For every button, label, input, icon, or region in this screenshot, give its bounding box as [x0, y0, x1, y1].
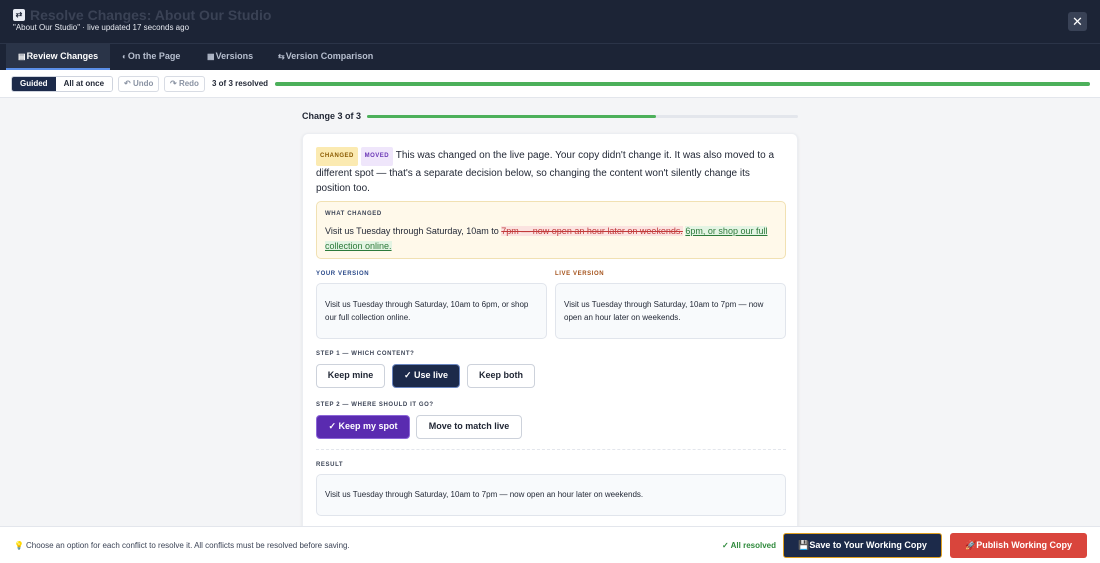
save-label: Save to Your Working Copy [809, 540, 927, 550]
page-title: Resolve Changes: About Our Studio [30, 7, 272, 23]
diff-common-text: Visit us Tuesday through Saturday, 10am … [325, 226, 502, 236]
review-icon: ▤ [18, 52, 26, 61]
page-icon: ◐ [122, 52, 127, 61]
change-counter: Change 3 of 3 [302, 111, 362, 121]
close-button[interactable]: ✕ [1068, 12, 1087, 31]
result-label: RESULT [316, 462, 344, 468]
keep-mine-button[interactable]: Keep mine [316, 364, 385, 388]
result-box: Visit us Tuesday through Saturday, 10am … [316, 474, 786, 516]
step2-label: STEP 2 — WHERE SHOULD IT GO? [316, 402, 434, 408]
versions-icon: ▦ [207, 52, 215, 61]
tab-label: Versions [215, 51, 254, 61]
redo-label: Redo [178, 79, 199, 88]
what-changed-label: WHAT CHANGED [325, 211, 382, 217]
tab-label: Review Changes [26, 51, 99, 61]
tab-on-the-page[interactable]: ◐On the Page [110, 44, 192, 70]
tab-bar: ▤Review Changes ◐On the Page ▦Versions ⇆… [0, 43, 1100, 70]
footer-hint-text: Choose an option for each conflict to re… [25, 541, 350, 550]
changed-badge: CHANGED [316, 147, 358, 166]
compare-icon: ⇆ [278, 52, 285, 61]
save-working-copy-button[interactable]: 💾Save to Your Working Copy [783, 533, 942, 558]
publish-button[interactable]: 🚀Publish Working Copy [950, 533, 1087, 558]
all-resolved-status: ✓ All resolved [722, 541, 776, 550]
change-progress-bar [367, 115, 798, 118]
resolved-progress-bar [275, 82, 1090, 86]
redo-button[interactable]: ↷ Redo [164, 76, 205, 92]
tab-review-changes[interactable]: ▤Review Changes [6, 44, 111, 70]
use-live-button[interactable]: ✓ Use live [392, 364, 460, 388]
change-card: CHANGED MOVED This was changed on the li… [302, 133, 798, 533]
publish-label: Publish Working Copy [976, 540, 1073, 550]
tab-versions[interactable]: ▦Versions [195, 44, 265, 70]
redo-icon: ↷ [170, 79, 177, 88]
keep-both-button[interactable]: Keep both [467, 364, 535, 388]
undo-button[interactable]: ↶ Undo [118, 76, 160, 92]
your-version-label: YOUR VERSION [316, 271, 370, 277]
lightbulb-icon: 💡 [14, 541, 24, 550]
step1-label: STEP 1 — WHICH CONTENT? [316, 351, 415, 357]
change-progress-fill [367, 115, 656, 118]
move-to-match-live-button[interactable]: Move to match live [416, 415, 522, 439]
mode-toggle: Guided All at once [11, 76, 114, 92]
footer: 💡 Choose an option for each conflict to r… [0, 526, 1100, 563]
keep-my-spot-button[interactable]: ✓ Keep my spot [316, 415, 410, 439]
tab-label: On the Page [127, 51, 181, 61]
merge-icon: ⇄ [13, 9, 25, 21]
mode-all-at-once-button[interactable]: All at once [55, 77, 113, 91]
mode-guided-button[interactable]: Guided [12, 77, 56, 91]
what-changed-diff: Visit us Tuesday through Saturday, 10am … [325, 224, 780, 254]
divider [316, 449, 786, 450]
page-subtitle: "About Our Studio" · live updated 17 sec… [13, 23, 190, 32]
tab-label: Version Comparison [285, 51, 374, 61]
toolbar: Guided All at once ↶ Undo ↷ Redo 3 of 3 … [0, 70, 1100, 98]
undo-label: Undo [132, 79, 154, 88]
resolved-progress-fill [275, 82, 1090, 86]
save-icon: 💾 [798, 540, 810, 550]
change-intro: CHANGED MOVED This was changed on the li… [316, 147, 786, 196]
diff-removed-text: 7pm — now open an hour later on weekends… [501, 226, 683, 236]
moved-badge: MOVED [360, 147, 394, 166]
header: ⇄ Resolve Changes: About Our Studio "Abo… [0, 0, 1100, 43]
tab-version-comparison[interactable]: ⇆Version Comparison [266, 44, 385, 70]
what-changed-box: WHAT CHANGED Visit us Tuesday through Sa… [316, 201, 786, 259]
resolved-count: 3 of 3 resolved [212, 79, 269, 88]
footer-hint: 💡 Choose an option for each conflict to r… [14, 541, 350, 550]
live-version-box: Visit us Tuesday through Saturday, 10am … [555, 283, 786, 339]
your-version-box: Visit us Tuesday through Saturday, 10am … [316, 283, 547, 339]
rocket-icon: 🚀 [964, 540, 977, 550]
undo-icon: ↶ [124, 79, 131, 88]
live-version-label: LIVE VERSION [555, 271, 605, 277]
